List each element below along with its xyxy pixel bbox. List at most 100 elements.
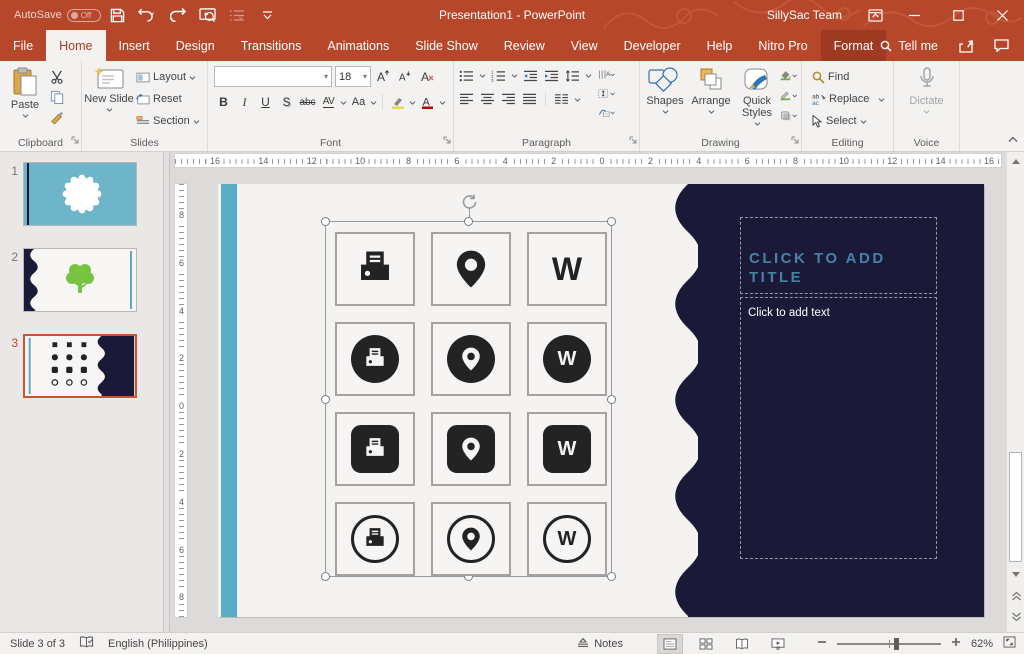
resize-handle-w[interactable] — [321, 395, 330, 404]
normal-view-button[interactable] — [657, 634, 683, 654]
vertical-scrollbar[interactable] — [1006, 152, 1024, 632]
tab-help[interactable]: Help — [694, 30, 746, 61]
grid-cell-pin-square-fill[interactable] — [431, 412, 511, 486]
drawing-dialog-launcher[interactable] — [791, 131, 799, 149]
cut-icon[interactable] — [48, 68, 65, 85]
collapse-ribbon-button[interactable] — [1008, 130, 1018, 148]
tab-home[interactable]: Home — [46, 30, 105, 61]
italic-button[interactable]: I — [235, 92, 254, 112]
underline-button[interactable]: U — [256, 92, 275, 112]
comments-icon[interactable] — [986, 30, 1016, 61]
replace-button[interactable]: abac Replace — [810, 88, 887, 110]
title-placeholder[interactable]: CLICK TO ADD TITLE — [740, 217, 937, 294]
tab-insert[interactable]: Insert — [106, 30, 163, 61]
grid-cell-printer-circle-fill[interactable] — [335, 322, 415, 396]
grid-cell-pin-circle-fill[interactable] — [431, 322, 511, 396]
rotate-handle[interactable] — [460, 193, 477, 215]
resize-handle-n[interactable] — [464, 217, 473, 226]
fit-to-window-button[interactable] — [1003, 636, 1016, 651]
new-slide-button[interactable]: New Slide — [84, 64, 134, 135]
previous-slide-button[interactable] — [1008, 588, 1024, 604]
tab-file[interactable]: File — [0, 30, 46, 61]
text-direction-button[interactable]: A — [598, 66, 615, 83]
reading-view-button[interactable] — [729, 634, 755, 654]
clipboard-dialog-launcher[interactable] — [71, 131, 79, 149]
align-right-button[interactable] — [500, 91, 517, 108]
reset-button[interactable]: Reset — [134, 88, 202, 110]
paragraph-dialog-launcher[interactable] — [629, 131, 637, 149]
layout-button[interactable]: Layout — [134, 66, 202, 88]
decrease-indent-button[interactable] — [522, 67, 539, 84]
columns-button[interactable] — [553, 91, 570, 108]
text-shadow-button[interactable]: S — [277, 92, 296, 112]
font-dialog-launcher[interactable] — [443, 131, 451, 149]
tab-design[interactable]: Design — [163, 30, 228, 61]
bullets-button[interactable] — [458, 67, 475, 84]
grid-cell-printer-plain[interactable] — [335, 232, 415, 306]
notes-button[interactable]: Notes — [577, 638, 623, 650]
slide-editing-area[interactable]: CLICK TO ADD TITLE Click to add text — [218, 184, 984, 617]
copy-icon[interactable] — [48, 88, 65, 105]
tab-animations[interactable]: Animations — [314, 30, 402, 61]
minimize-button[interactable] — [892, 0, 936, 30]
zoom-level[interactable]: 62% — [971, 638, 993, 650]
horizontal-ruler[interactable]: 1614121086420246810121416 — [174, 153, 1002, 168]
tab-transitions[interactable]: Transitions — [228, 30, 315, 61]
start-from-this-slide-button[interactable] — [195, 2, 221, 28]
vertical-ruler[interactable]: 864202468 — [174, 183, 188, 618]
resize-handle-ne[interactable] — [607, 217, 616, 226]
teal-accent-stripe[interactable] — [221, 184, 237, 617]
scroll-down-button[interactable] — [1008, 566, 1024, 582]
slide-indicator[interactable]: Slide 3 of 3 — [10, 638, 65, 650]
align-text-button[interactable] — [598, 85, 615, 102]
grid-cell-letter-circle-ring[interactable]: W — [527, 502, 607, 576]
body-text-placeholder[interactable]: Click to add text — [740, 297, 937, 559]
close-button[interactable] — [980, 0, 1024, 30]
resize-handle-nw[interactable] — [321, 217, 330, 226]
text-highlight-color-button[interactable] — [388, 92, 407, 112]
scroll-up-button[interactable] — [1008, 153, 1024, 169]
ribbon-display-options-icon[interactable] — [858, 0, 892, 30]
redo-button[interactable] — [165, 2, 191, 28]
grid-cell-printer-circle-ring[interactable] — [335, 502, 415, 576]
character-spacing-button[interactable]: AV — [319, 92, 338, 112]
clear-formatting-button[interactable]: A — [418, 67, 437, 87]
tab-developer[interactable]: Developer — [611, 30, 694, 61]
grid-cell-pin-circle-ring[interactable] — [431, 502, 511, 576]
align-left-button[interactable] — [458, 91, 475, 108]
paste-button[interactable]: Paste — [2, 64, 48, 135]
shapes-button[interactable]: Shapes — [642, 64, 688, 135]
shape-fill-button[interactable] — [780, 67, 797, 84]
grid-cell-letter-circle-fill[interactable]: W — [527, 322, 607, 396]
account-name[interactable]: SillySac Team — [767, 8, 842, 22]
shape-outline-button[interactable] — [780, 87, 797, 104]
font-color-button[interactable]: A — [418, 92, 437, 112]
find-button[interactable]: Find — [810, 66, 887, 88]
customize-qat-button[interactable] — [255, 2, 281, 28]
grid-cell-letter-square-fill[interactable]: W — [527, 412, 607, 486]
justify-button[interactable] — [521, 91, 538, 108]
grid-cell-pin-plain[interactable] — [431, 232, 511, 306]
autosave-toggle[interactable]: AutoSave Off — [14, 9, 101, 22]
tab-view[interactable]: View — [558, 30, 611, 61]
zoom-in-button[interactable] — [951, 637, 961, 650]
align-center-button[interactable] — [479, 91, 496, 108]
undo-button[interactable] — [135, 2, 161, 28]
resize-handle-e[interactable] — [607, 395, 616, 404]
select-button[interactable]: Select — [810, 110, 887, 132]
slide-thumbnail-3-selected[interactable]: 3 — [6, 334, 163, 398]
scrollbar-thumb[interactable] — [1009, 452, 1022, 562]
bold-button[interactable]: B — [214, 92, 233, 112]
share-icon[interactable] — [952, 30, 982, 61]
slide-sorter-view-button[interactable] — [693, 634, 719, 654]
shape-effects-button[interactable] — [780, 107, 797, 124]
grid-cell-letter-plain[interactable]: W — [527, 232, 607, 306]
increase-indent-button[interactable] — [543, 67, 560, 84]
quick-styles-button[interactable]: Quick Styles — [734, 64, 780, 135]
tab-slide-show[interactable]: Slide Show — [402, 30, 491, 61]
tab-nitro-pro[interactable]: Nitro Pro — [745, 30, 820, 61]
next-slide-button[interactable] — [1008, 608, 1024, 624]
slideshow-view-button[interactable] — [765, 634, 791, 654]
increase-font-size-button[interactable]: A — [374, 67, 393, 87]
grid-cell-printer-square-fill[interactable] — [335, 412, 415, 486]
